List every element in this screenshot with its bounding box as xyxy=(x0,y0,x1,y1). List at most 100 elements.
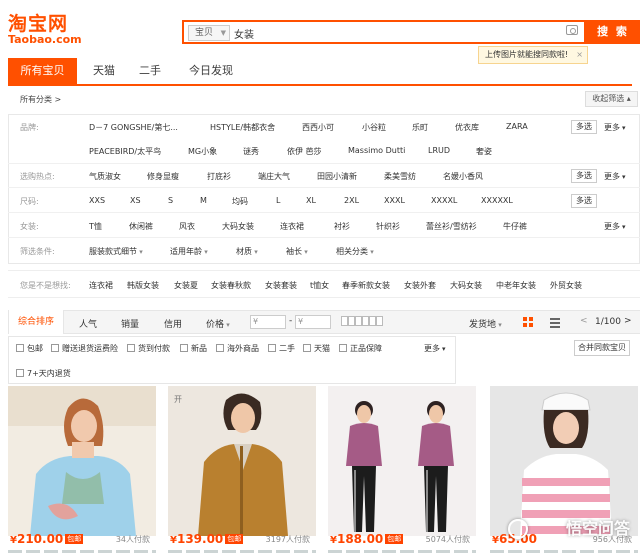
product-image[interactable] xyxy=(328,386,476,536)
brand-item[interactable]: 谜秀 xyxy=(243,146,259,157)
category-item[interactable]: 大码女装 xyxy=(222,221,254,232)
tab-all[interactable]: 所有宝贝 xyxy=(8,58,77,84)
search-input[interactable] xyxy=(234,25,544,41)
related-item[interactable]: 连衣裙 xyxy=(89,280,113,291)
product-image[interactable] xyxy=(8,386,156,536)
category-item[interactable]: 风衣 xyxy=(179,221,195,232)
related-item[interactable]: 中老年女装 xyxy=(496,280,536,291)
related-item[interactable]: 春季新款女装 xyxy=(342,280,390,291)
brand-item[interactable]: ZARA xyxy=(506,122,528,131)
related-item[interactable]: 大码女装 xyxy=(450,280,482,291)
size-item[interactable]: XXS xyxy=(89,196,105,205)
category-item[interactable]: 针织衫 xyxy=(376,221,400,232)
sort-credit[interactable]: 信用 xyxy=(164,317,182,330)
category-item[interactable]: 休闲裤 xyxy=(129,221,153,232)
camera-icon[interactable] xyxy=(566,25,578,35)
product-card[interactable]: ¥188.00 包邮 5074人付款 xyxy=(328,372,476,553)
brand-item[interactable]: PEACEBIRD/太平鸟 xyxy=(89,146,161,157)
brand-item[interactable]: 奢姿 xyxy=(476,146,492,157)
hot-item[interactable]: 田园小清新 xyxy=(317,171,357,182)
size-item[interactable]: XXXL xyxy=(384,196,405,205)
list-view-icon[interactable] xyxy=(550,317,560,328)
options-more-button[interactable]: 更多 xyxy=(424,343,446,354)
size-item[interactable]: 均码 xyxy=(232,196,248,207)
product-card[interactable]: ¥210.00 包邮 34人付款 xyxy=(8,372,156,553)
condition-dropdown[interactable]: 材质 xyxy=(236,246,258,257)
more-button[interactable]: 更多 xyxy=(604,221,626,232)
multi-select-button[interactable]: 多选 xyxy=(571,194,597,208)
size-item[interactable]: XL xyxy=(306,196,316,205)
related-item[interactable]: 女装套装 xyxy=(265,280,297,291)
product-card[interactable]: 开 ¥139.00 包邮 3197人付款 xyxy=(168,372,316,553)
brand-item[interactable]: 小谷粒 xyxy=(362,122,386,133)
condition-dropdown[interactable]: 袖长 xyxy=(286,246,308,257)
more-button[interactable]: 更多 xyxy=(604,122,626,133)
hot-item[interactable]: 气质淑女 xyxy=(89,171,121,182)
related-item[interactable]: 女装春秋款 xyxy=(211,280,251,291)
condition-dropdown[interactable]: 适用年龄 xyxy=(170,246,208,257)
hot-item[interactable]: 名媛小香风 xyxy=(443,171,483,182)
brand-item[interactable]: 西西小可 xyxy=(302,122,334,133)
option-checkbox[interactable]: 新品 xyxy=(180,343,207,354)
category-item[interactable]: 连衣裙 xyxy=(280,221,304,232)
hot-item[interactable]: 打底衫 xyxy=(207,171,231,182)
brand-item[interactable]: MG小象 xyxy=(188,146,217,157)
price-max-input[interactable]: ¥ xyxy=(295,315,331,329)
related-item[interactable]: 外贸女装 xyxy=(550,280,582,291)
size-item[interactable]: 2XL xyxy=(344,196,359,205)
category-item[interactable]: 衬衫 xyxy=(334,221,350,232)
next-page-icon[interactable]: > xyxy=(624,316,632,326)
taobao-logo[interactable]: 淘宝网 Taobao.com xyxy=(8,14,82,46)
combine-same-button[interactable]: 合并同款宝贝 xyxy=(574,340,630,356)
brand-item[interactable]: HSTYLE/韩都衣舍 xyxy=(210,122,275,133)
size-item[interactable]: XXXXXL xyxy=(481,196,513,205)
option-checkbox[interactable]: 包邮 xyxy=(16,343,43,354)
ship-from-dropdown[interactable]: 发货地 xyxy=(469,317,502,330)
size-item[interactable]: S xyxy=(168,196,173,205)
condition-dropdown[interactable]: 相关分类 xyxy=(336,246,374,257)
brand-item[interactable]: 乐町 xyxy=(412,122,428,133)
brand-item[interactable]: LRUD xyxy=(428,146,450,155)
tab-secondhand[interactable]: 二手 xyxy=(130,58,170,84)
hot-item[interactable]: 端庄大气 xyxy=(258,171,290,182)
size-item[interactable]: L xyxy=(276,196,280,205)
prev-page-icon[interactable]: < xyxy=(580,316,588,326)
size-item[interactable]: XS xyxy=(130,196,141,205)
tab-today[interactable]: 今日发现 xyxy=(180,58,242,84)
search-button[interactable]: 搜 索 xyxy=(586,20,640,44)
category-item[interactable]: T恤 xyxy=(89,221,102,232)
price-range-bars[interactable] xyxy=(341,316,383,329)
brand-item[interactable]: 优衣库 xyxy=(455,122,479,133)
brand-item[interactable]: Massimo Dutti xyxy=(348,146,405,155)
category-item[interactable]: 牛仔裤 xyxy=(503,221,527,232)
size-item[interactable]: M xyxy=(200,196,207,205)
category-item[interactable]: 蕾丝衫/雪纺衫 xyxy=(426,221,477,232)
sort-sales[interactable]: 销量 xyxy=(121,317,139,330)
brand-item[interactable]: 依伊 芭莎 xyxy=(287,146,322,157)
tab-tmall[interactable]: 天猫 xyxy=(84,58,124,84)
collapse-filter-button[interactable]: 收起筛选 ▴ xyxy=(585,91,638,107)
price-min-input[interactable]: ¥ xyxy=(250,315,286,329)
product-image[interactable] xyxy=(490,386,638,536)
option-checkbox[interactable]: 正品保障 xyxy=(339,343,382,354)
option-checkbox[interactable]: 海外商品 xyxy=(216,343,259,354)
multi-select-button[interactable]: 多选 xyxy=(571,169,597,183)
condition-dropdown[interactable]: 服装款式细节 xyxy=(89,246,143,257)
related-item[interactable]: 韩版女装 xyxy=(127,280,159,291)
breadcrumb[interactable]: 所有分类 > xyxy=(20,94,61,105)
sort-popularity[interactable]: 人气 xyxy=(79,317,97,330)
more-button[interactable]: 更多 xyxy=(604,171,626,182)
product-image[interactable]: 开 xyxy=(168,386,316,536)
size-item[interactable]: XXXXL xyxy=(431,196,457,205)
hot-item[interactable]: 修身显瘦 xyxy=(147,171,179,182)
sort-price[interactable]: 价格 xyxy=(206,317,230,330)
related-item[interactable]: t恤女 xyxy=(310,280,329,291)
close-icon[interactable]: × xyxy=(576,47,583,63)
option-checkbox[interactable]: 赠送退货运费险 xyxy=(51,343,118,354)
search-type-select[interactable]: 宝贝 ▼ xyxy=(188,25,230,41)
brand-item[interactable]: D－7 GONGSHE/第七... xyxy=(89,122,178,133)
multi-select-button[interactable]: 多选 xyxy=(571,120,597,134)
option-checkbox[interactable]: 货到付款 xyxy=(127,343,170,354)
option-checkbox[interactable]: 天猫 xyxy=(303,343,330,354)
hot-item[interactable]: 柔美雪纺 xyxy=(384,171,416,182)
